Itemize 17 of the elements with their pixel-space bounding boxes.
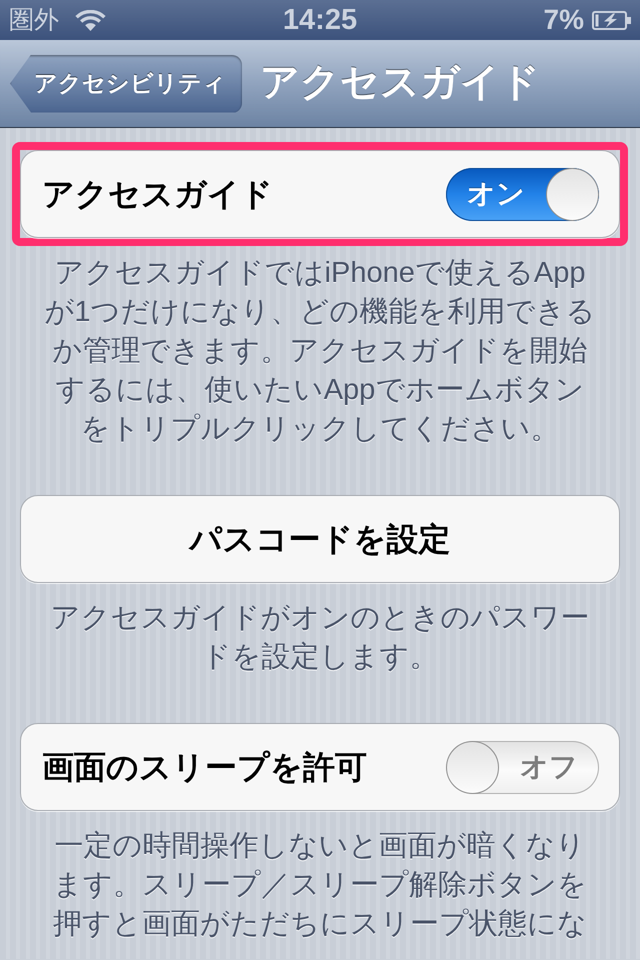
- back-button[interactable]: アクセシビリティ: [10, 54, 242, 112]
- switch-knob-icon: [446, 740, 499, 794]
- set-passcode-button[interactable]: パスコードを設定: [20, 495, 620, 583]
- battery-percent-text: 7%: [544, 6, 584, 34]
- clock-text: 14:25: [282, 6, 358, 34]
- battery-charging-icon: [592, 10, 631, 30]
- switch-knob-icon: [546, 168, 599, 220]
- carrier-text: 圏外: [9, 8, 59, 32]
- toggle-switch[interactable]: オン: [446, 168, 599, 220]
- toggle-switch[interactable]: オフ: [446, 740, 599, 794]
- cell-label: アクセスガイド: [42, 175, 273, 214]
- footer-text: アクセスガイドではiPhoneで使えるAppが1つだけになり、どの機能を利用できるか管理できます。アクセスガイドを開始するには、使いたいAppでホームボタンをトリプルクリックしてください。: [43, 256, 597, 447]
- footer-text: アクセスガイドがオンのときのパスワードを設定します。: [50, 601, 590, 675]
- footer-text: 一定の時間操作しないと画面が暗くなります。スリープ／スリープ解除ボタンを押すと画面がただちにスリープ状態にな: [52, 829, 588, 942]
- nav-title: アクセスガイド: [260, 62, 540, 105]
- cell-label: 画面のスリープを許可: [42, 748, 367, 787]
- wifi-icon: [75, 10, 106, 30]
